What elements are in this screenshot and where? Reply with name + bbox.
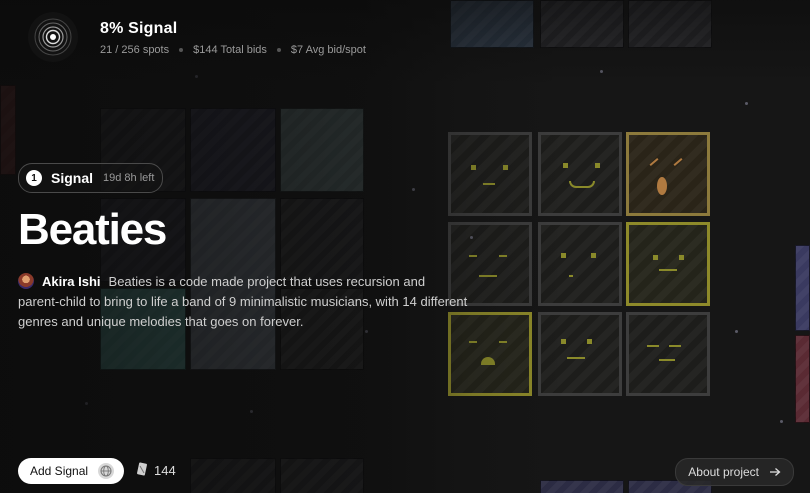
bid-count: 144: [136, 462, 176, 479]
add-signal-button[interactable]: Add Signal: [18, 458, 125, 484]
about-project-button[interactable]: About project: [675, 458, 794, 486]
header: 8% Signal 21 / 256 spots $144 Total bids…: [28, 12, 366, 62]
add-signal-label: Add Signal: [30, 464, 89, 478]
project-description: Akira Ishi Beaties is a code made project…: [18, 272, 468, 332]
author-avatar[interactable]: [18, 273, 34, 289]
signal-number: 1: [26, 170, 42, 186]
about-project-label: About project: [688, 465, 759, 479]
arrow-right-icon: [769, 467, 781, 477]
time-left: 19d 8h left: [103, 172, 155, 184]
signal-stats: 21 / 256 spots $144 Total bids $7 Avg bi…: [100, 44, 366, 56]
signal-title: 8% Signal: [100, 20, 178, 37]
target-rings-icon: [28, 12, 78, 62]
card-icon: [136, 462, 148, 479]
author-name[interactable]: Akira Ishi: [42, 274, 101, 289]
spots-count: 21 / 256 spots: [100, 44, 170, 56]
signal-badge: 1 Signal 19d 8h left: [18, 163, 164, 193]
globe-icon: [98, 463, 115, 479]
avg-bid: $7 Avg bid/spot: [290, 44, 366, 56]
count-value: 144: [154, 463, 176, 478]
total-bids: $144 Total bids: [193, 44, 267, 56]
signal-badge-label: Signal: [51, 170, 94, 186]
project-title: Beaties: [18, 205, 167, 254]
